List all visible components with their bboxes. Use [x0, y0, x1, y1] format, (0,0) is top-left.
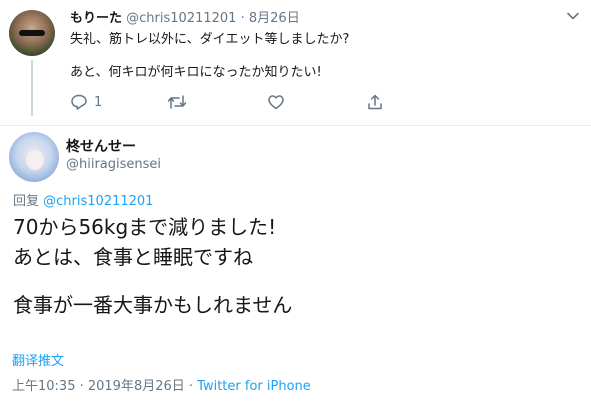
avatar-face-shape — [26, 150, 44, 170]
tweet-divider — [0, 125, 591, 126]
reply-button[interactable]: 1 — [70, 92, 102, 112]
like-button[interactable] — [267, 92, 285, 112]
action-bar: 1 — [70, 92, 400, 112]
tweet-header: もりーた @chris10211201 · 8月26日 — [70, 7, 300, 26]
replying-to: 回复 @chris10211201 — [13, 190, 153, 209]
timestamp[interactable]: 上午10:35 · 2019年8月26日 · — [12, 379, 193, 394]
reply-prefix: 回复 — [13, 194, 40, 209]
tweet-text: 失礼、筋トレ以外に、ダイエット等しましたか? あと、何キロが何キロになったか知り… — [70, 30, 349, 82]
tweet-meta: 上午10:35 · 2019年8月26日 · Twitter for iPhon… — [12, 375, 311, 394]
reply-tweet[interactable]: もりーた @chris10211201 · 8月26日 失礼、筋トレ以外に、ダイ… — [0, 0, 591, 125]
heart-icon — [267, 93, 285, 111]
translate-tweet-link[interactable]: 翻译推文 — [12, 350, 64, 369]
tweet-line: あとは、食事と睡眠ですね — [13, 245, 253, 269]
sunglasses-shape — [19, 30, 45, 36]
mention-link[interactable]: @chris10211201 — [43, 194, 153, 209]
author-name[interactable]: 柊せんせー — [66, 136, 136, 156]
thread-connector — [31, 60, 33, 116]
source-link[interactable]: Twitter for iPhone — [197, 379, 311, 394]
share-icon — [366, 93, 384, 111]
reply-count: 1 — [94, 94, 103, 110]
share-button[interactable] — [366, 92, 384, 112]
tweet-text: 70から56kgまで減りました! あとは、食事と睡眠ですね 食事が一番大事かもし… — [13, 212, 292, 320]
tweet-line: 食事が一番大事かもしれません — [13, 293, 293, 317]
retweet-icon — [167, 93, 187, 111]
chevron-down-icon[interactable] — [566, 9, 580, 23]
tweet-line: あと、何キロが何キロになったか知りたい! — [70, 65, 322, 80]
avatar[interactable] — [9, 132, 59, 182]
reply-icon — [70, 93, 88, 111]
avatar[interactable] — [9, 10, 55, 56]
tweet-line: 失礼、筋トレ以外に、ダイエット等しましたか? — [70, 32, 350, 47]
tweet-line: 70から56kgまで減りました! — [13, 215, 277, 239]
tweet-date[interactable]: 8月26日 — [249, 11, 300, 26]
retweet-button[interactable] — [167, 92, 187, 112]
author-name[interactable]: もりーた — [70, 11, 122, 26]
author-handle[interactable]: @chris10211201 — [126, 11, 236, 26]
header-separator: · — [240, 11, 245, 26]
author-handle[interactable]: @hiiragisensei — [66, 157, 161, 172]
